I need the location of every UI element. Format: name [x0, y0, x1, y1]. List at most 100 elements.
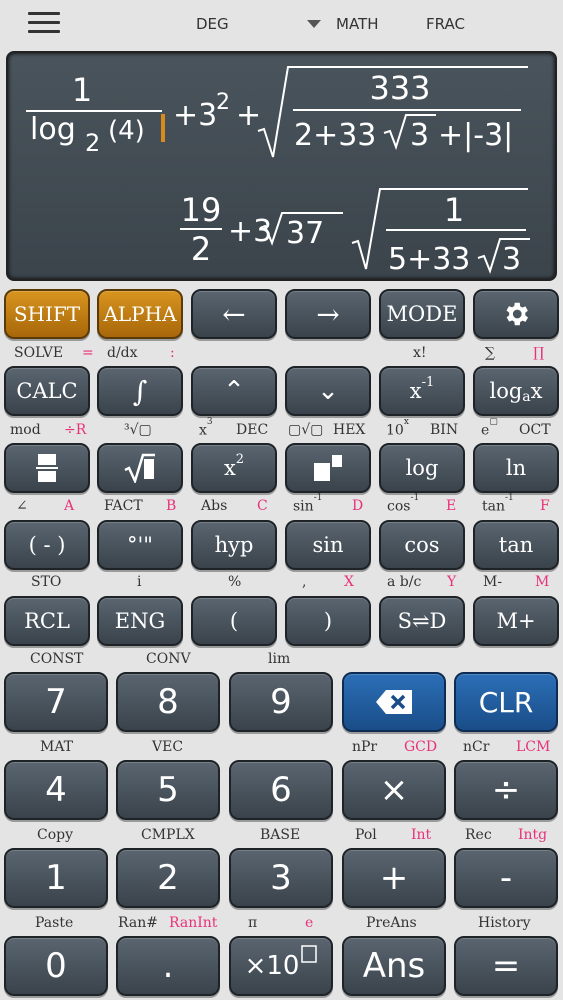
log-base-button[interactable]: log a x — [473, 366, 559, 416]
plus-sign: + — [236, 98, 261, 133]
label-sto: STO — [31, 574, 62, 590]
label-arctan: tan-1 — [482, 493, 514, 515]
divide-button[interactable]: ÷ — [454, 760, 558, 820]
power-button[interactable] — [285, 443, 371, 493]
label-b: B — [166, 498, 177, 514]
degree-button[interactable]: °'" — [97, 520, 183, 570]
sqrt-button[interactable] — [97, 443, 183, 493]
open-paren-button[interactable]: ( — [191, 596, 277, 646]
backspace-button[interactable] — [342, 672, 446, 732]
label-cube: x3 — [199, 417, 213, 439]
equals-button[interactable]: = — [454, 936, 558, 996]
dropdown-arrow-icon[interactable] — [307, 20, 321, 28]
label-product: ∏ — [533, 345, 545, 361]
decimal-point-button[interactable]: . — [116, 936, 220, 996]
label-ncr: nCr — [463, 739, 490, 755]
digit-2-button[interactable]: 2 — [116, 848, 220, 908]
digit-9-button[interactable]: 9 — [229, 672, 333, 732]
cursor-left-button[interactable]: ← — [191, 289, 277, 339]
label-npr: nPr — [352, 739, 378, 755]
label-d: D — [352, 498, 364, 514]
ans-button[interactable]: Ans — [342, 936, 446, 996]
label-ten-power: 10x — [386, 417, 409, 439]
reciprocal-button[interactable]: x -1 — [379, 366, 465, 416]
calculator-display[interactable]: 1 log 2 (4) +3 2 + 333 2+33 3 +|-3| 19 2… — [6, 51, 557, 281]
label-e-power: e▢ — [481, 417, 498, 439]
digit-5-button[interactable]: 5 — [116, 760, 220, 820]
menu-icon[interactable] — [28, 12, 60, 36]
digit-0-button[interactable]: 0 — [4, 936, 108, 996]
label-comma: , — [302, 574, 307, 590]
label-i: i — [137, 574, 142, 590]
label-conv: CONV — [146, 651, 191, 667]
fraction-button[interactable] — [4, 443, 90, 493]
sqrt-icon — [124, 453, 155, 483]
label-lcm: LCM — [516, 739, 551, 755]
label-pol: Pol — [355, 827, 377, 843]
tan-button[interactable]: tan — [473, 520, 559, 570]
angle-mode-label: DEG — [196, 15, 229, 33]
gear-icon — [506, 302, 528, 326]
expression-render: 1 log 2 (4) +3 2 + 333 2+33 3 +|-3| 19 2… — [26, 66, 530, 277]
label-lim: lim — [268, 651, 291, 667]
hyp-button[interactable]: hyp — [191, 520, 277, 570]
root-den-a: 2+33 — [294, 118, 376, 153]
label-history: History — [478, 915, 531, 931]
label-oct: OCT — [519, 422, 551, 438]
eng-button[interactable]: ENG — [97, 596, 183, 646]
shift-button[interactable]: SHIFT — [4, 289, 90, 339]
mode-button[interactable]: MODE — [379, 289, 465, 339]
exponent-button[interactable]: ×10 — [229, 936, 333, 996]
cursor-up-button[interactable]: ⌃ — [191, 366, 277, 416]
sin-button[interactable]: sin — [285, 520, 371, 570]
digit-8-button[interactable]: 8 — [116, 672, 220, 732]
label-copy: Copy — [37, 827, 74, 843]
digit-1-button[interactable]: 1 — [4, 848, 108, 908]
s-to-d-button[interactable]: S⇌D — [379, 596, 465, 646]
plus-three-2: +3 — [228, 214, 272, 249]
integral-button[interactable]: ∫ — [97, 366, 183, 416]
label-abc: a b/c — [387, 574, 422, 590]
label-colon: : — [170, 345, 175, 361]
label-equals: = — [82, 345, 94, 361]
calc-button[interactable]: CALC — [4, 366, 90, 416]
fraction-icon — [36, 454, 58, 482]
label-mat: MAT — [40, 739, 74, 755]
label-base: BASE — [260, 827, 301, 843]
cursor-down-button[interactable]: ⌄ — [285, 366, 371, 416]
m-plus-button[interactable]: M+ — [473, 596, 559, 646]
cos-button[interactable]: cos — [379, 520, 465, 570]
digit-7-button[interactable]: 7 — [4, 672, 108, 732]
settings-button[interactable] — [473, 289, 559, 339]
alpha-button[interactable]: ALPHA — [97, 289, 183, 339]
label-dec: DEC — [236, 422, 269, 438]
clear-button[interactable]: CLR — [454, 672, 558, 732]
square-button[interactable]: x2 — [191, 443, 277, 493]
ln-button[interactable]: ln — [473, 443, 559, 493]
rcl-button[interactable]: RCL — [4, 596, 90, 646]
input-mode-label[interactable]: MATH — [336, 15, 378, 33]
plus-button[interactable]: + — [342, 848, 446, 908]
plus-three: +3 — [173, 98, 217, 133]
multiply-button[interactable]: × — [342, 760, 446, 820]
minus-button[interactable]: - — [454, 848, 558, 908]
digit-4-button[interactable]: 4 — [4, 760, 108, 820]
negate-button[interactable]: ( - ) — [4, 520, 90, 570]
digit-6-button[interactable]: 6 — [229, 760, 333, 820]
frac2-denominator: 2 — [191, 230, 211, 268]
label-bin: BIN — [430, 422, 459, 438]
root2-den-a: 5+33 — [388, 242, 470, 277]
label-hex: HEX — [333, 422, 366, 438]
close-paren-button[interactable]: ) — [285, 596, 371, 646]
log-button[interactable]: log — [379, 443, 465, 493]
digit-3-button[interactable]: 3 — [229, 848, 333, 908]
power-icon — [314, 455, 342, 481]
cursor-right-button[interactable]: → — [285, 289, 371, 339]
root2-numerator: 1 — [444, 191, 464, 229]
exponent: 2 — [216, 90, 230, 115]
label-rec: Rec — [465, 827, 492, 843]
label-m-minus: M- — [483, 574, 503, 590]
label-a: A — [64, 498, 75, 514]
top-bar: DEG MATH FRAC — [0, 0, 563, 48]
log-base: 2 — [85, 129, 100, 157]
